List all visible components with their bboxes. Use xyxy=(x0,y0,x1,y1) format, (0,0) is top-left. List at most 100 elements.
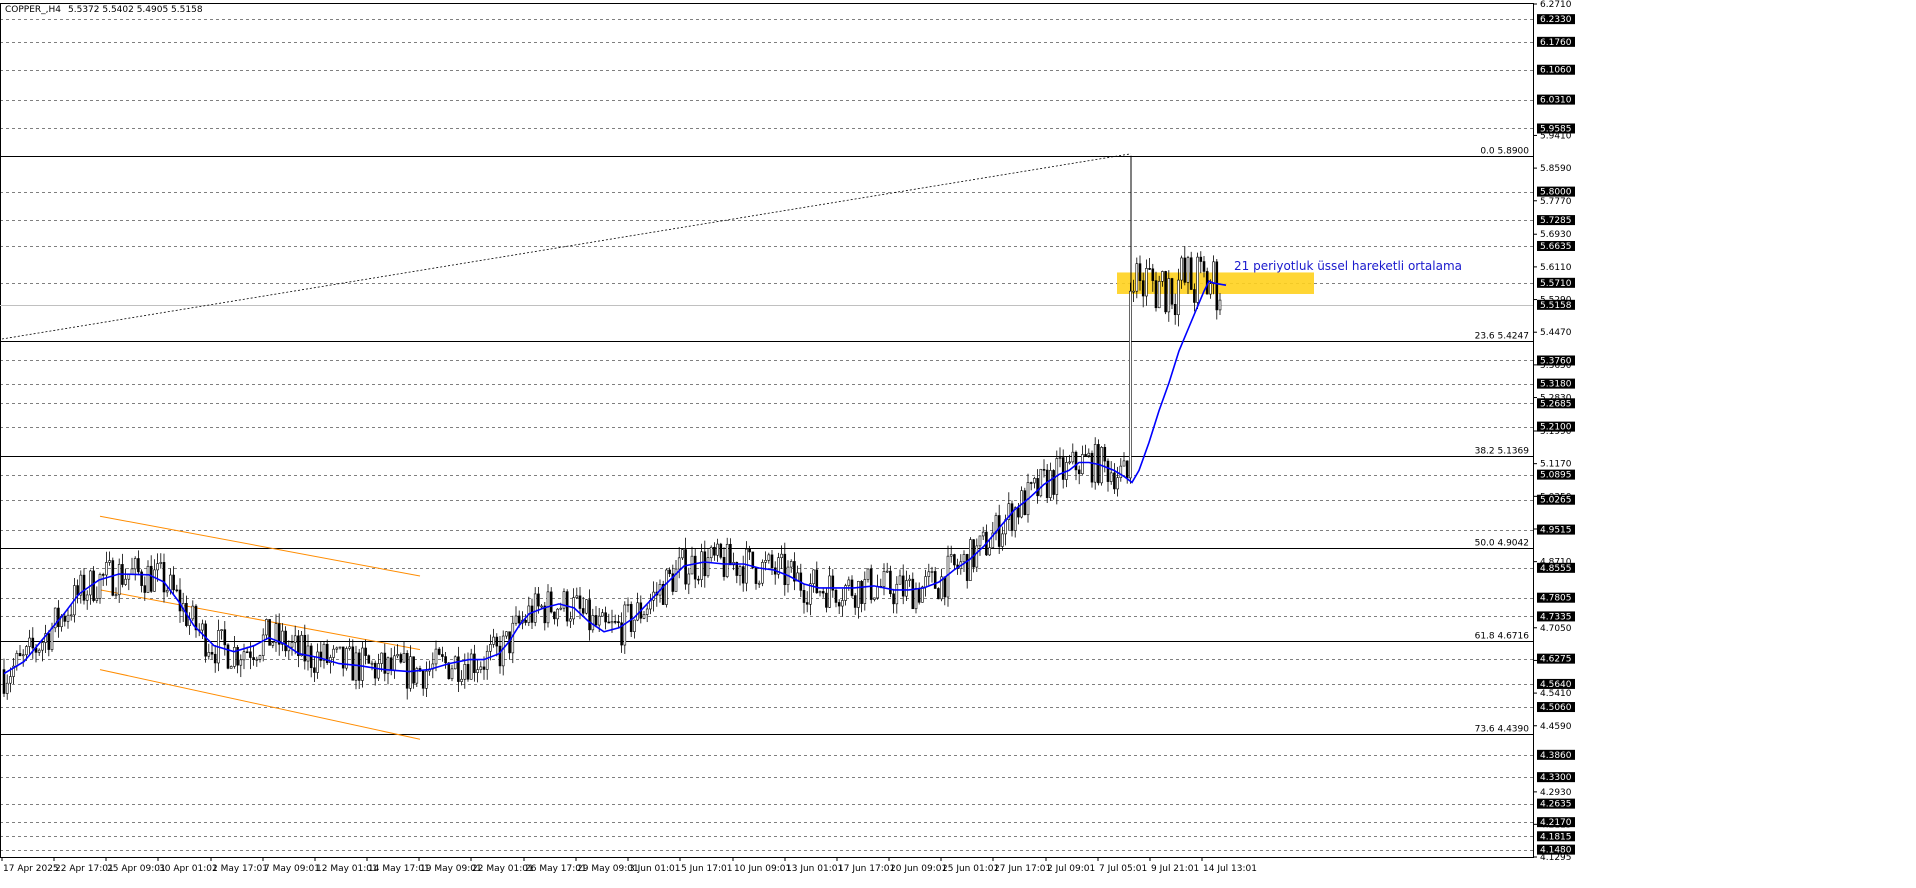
candle-body xyxy=(604,612,607,623)
candle-body xyxy=(377,663,380,679)
candle-body xyxy=(821,591,825,594)
candle-body xyxy=(524,619,527,623)
candle-body xyxy=(1167,278,1171,313)
candle-body xyxy=(18,653,22,657)
candle-body xyxy=(1170,278,1174,305)
candle-body xyxy=(729,543,732,566)
price-badge-label-7: 5.6635 xyxy=(1540,242,1572,252)
candle-body xyxy=(633,619,636,632)
candle-body xyxy=(1151,268,1155,281)
time-tick-label-15: 13 Jun 01:01 xyxy=(786,864,843,874)
candle-body xyxy=(207,652,211,657)
candle-body xyxy=(895,583,899,605)
candle-body xyxy=(386,657,390,674)
candle-body xyxy=(1045,469,1049,498)
candle-body xyxy=(101,574,105,576)
candle-body xyxy=(169,574,172,591)
candle-body xyxy=(191,605,195,620)
candle-body xyxy=(268,619,271,646)
candle-body xyxy=(41,642,44,651)
fib-label-3: 50.0 4.9042 xyxy=(1475,539,1529,549)
price-axis: 6.27105.94105.85905.77705.69305.61105.52… xyxy=(1533,0,1575,863)
candle-body xyxy=(549,591,553,613)
time-tick-label-1: 22 Apr 17:01 xyxy=(55,864,114,874)
candle-body xyxy=(1125,460,1129,479)
candle-body xyxy=(252,657,255,660)
grid xyxy=(0,3,1534,858)
candle-body xyxy=(780,553,783,559)
price-badge-label-9: 5.5158 xyxy=(1540,301,1572,311)
candle-body xyxy=(1087,452,1091,456)
candle-body xyxy=(412,656,415,684)
candle-body xyxy=(876,585,879,599)
candle-body xyxy=(1154,280,1158,309)
candle-body xyxy=(95,598,99,601)
candle-body xyxy=(82,574,86,601)
candle-body xyxy=(716,543,719,556)
candle-body xyxy=(447,662,451,680)
price-badge-label-18: 4.7805 xyxy=(1540,594,1572,604)
channel-mid-line xyxy=(99,589,421,651)
candle-body xyxy=(1052,470,1055,495)
chart-svg: 0.0 5.8900 23.6 5.4247 38.2 5.1369 50.0 4.9… xyxy=(0,0,1575,874)
candle-body xyxy=(725,543,729,577)
candle-body xyxy=(905,580,908,597)
candle-body xyxy=(972,539,975,568)
candle-body xyxy=(441,654,444,657)
candle-body xyxy=(911,578,915,610)
candle-body xyxy=(393,655,396,671)
candle-body xyxy=(613,621,617,623)
candle-body xyxy=(495,636,499,647)
candle-body xyxy=(962,554,966,563)
candle-body xyxy=(457,656,460,682)
candle-body xyxy=(357,652,361,681)
price-badge-label-17: 4.8555 xyxy=(1540,564,1572,574)
candle-body xyxy=(1164,271,1167,313)
candle-body xyxy=(213,653,217,664)
candle-body xyxy=(1122,460,1126,467)
candle-body xyxy=(601,612,604,617)
candle-body xyxy=(25,646,28,656)
candle-body xyxy=(514,615,518,624)
candle-body xyxy=(1196,256,1199,303)
candle-body xyxy=(1090,452,1094,483)
candle-body xyxy=(313,667,316,673)
candle-body xyxy=(706,557,710,577)
price-tick-label-18: 4.4590 xyxy=(1540,722,1572,732)
candle-body xyxy=(917,588,921,603)
candles xyxy=(2,246,1222,700)
candle-body xyxy=(703,551,707,577)
candle-body xyxy=(860,581,863,604)
candle-body xyxy=(261,634,265,656)
candle-body xyxy=(722,557,726,577)
candle-body xyxy=(767,554,771,561)
candle-body xyxy=(265,619,268,636)
candle-body xyxy=(485,650,489,670)
candle-body xyxy=(245,651,249,654)
candle-body xyxy=(953,554,956,566)
candle-body xyxy=(156,563,159,571)
price-badge-label-5: 5.8000 xyxy=(1540,188,1572,198)
candle-body xyxy=(437,648,441,655)
candle-body xyxy=(1109,472,1113,482)
candle-body xyxy=(588,599,591,631)
candle-body xyxy=(1202,261,1206,272)
candle-body xyxy=(825,592,828,608)
time-tick-label-4: 2 May 17:01 xyxy=(212,864,268,874)
candle-body xyxy=(271,642,275,646)
candle-body xyxy=(146,565,150,593)
candle-body xyxy=(1042,469,1046,471)
price-badge-label-22: 4.5060 xyxy=(1540,703,1572,713)
candle-body xyxy=(137,558,140,573)
price-badge-label-15: 5.0265 xyxy=(1540,496,1572,506)
price-badge-label-16: 4.9515 xyxy=(1540,526,1572,536)
candle-body xyxy=(764,559,767,563)
candle-body xyxy=(114,594,118,597)
candle-body xyxy=(578,595,582,609)
candle-body xyxy=(924,576,927,588)
candle-body xyxy=(111,560,115,596)
candle-body xyxy=(473,653,476,673)
candle-body xyxy=(1058,457,1062,459)
candle-body xyxy=(965,554,969,581)
candle-body xyxy=(249,651,252,658)
